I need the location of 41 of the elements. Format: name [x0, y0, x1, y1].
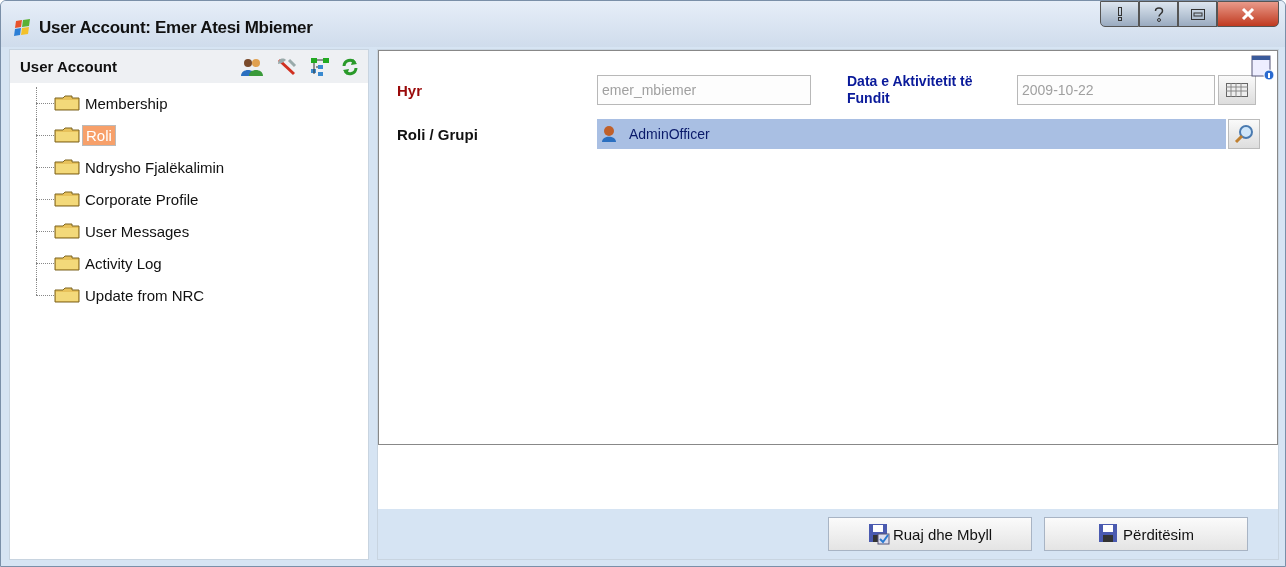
- tree-item[interactable]: Update from NRC: [82, 285, 208, 305]
- calendar-button[interactable]: [1218, 75, 1256, 105]
- window-title: User Account: Emer Atesi Mbiemer: [39, 18, 313, 38]
- floppy-check-icon: [867, 523, 890, 545]
- close-icon: [1241, 8, 1255, 20]
- tree-item[interactable]: User Messages: [82, 221, 193, 241]
- action-button[interactable]: Përditësim: [1044, 517, 1248, 551]
- folder-icon: [54, 127, 80, 143]
- folder-icon: [54, 223, 80, 239]
- folder-icon: [54, 191, 80, 207]
- user-icon: [601, 125, 617, 143]
- exclamation-icon: [1116, 7, 1123, 21]
- refresh-icon[interactable]: [342, 57, 358, 76]
- tools-icon[interactable]: [276, 56, 298, 77]
- maximize-button[interactable]: [1178, 1, 1217, 27]
- maximize-icon: [1190, 8, 1205, 20]
- users-icon[interactable]: [240, 56, 264, 77]
- field-label: Roli / Grupi: [397, 125, 479, 143]
- window-info-icon[interactable]: [1251, 55, 1275, 81]
- tree-item[interactable]: Corporate Profile: [82, 189, 202, 209]
- tree-item[interactable]: Ndrysho Fjalëkalimin: [82, 157, 228, 177]
- sidebar-title: User Account: [20, 58, 117, 75]
- close-button[interactable]: [1217, 1, 1279, 27]
- action-button[interactable]: Ruaj dhe Mbyll: [828, 517, 1032, 551]
- search-button[interactable]: [1228, 119, 1260, 149]
- hierarchy-icon[interactable]: [310, 56, 330, 77]
- search-icon: [1234, 124, 1254, 144]
- tree-item[interactable]: Membership: [82, 93, 171, 113]
- question-icon: [1153, 6, 1164, 22]
- field-label: Hyr: [397, 81, 423, 99]
- help-button[interactable]: [1139, 1, 1178, 27]
- windows-logo-icon: [13, 19, 33, 37]
- alert-button[interactable]: [1100, 1, 1139, 27]
- folder-icon: [54, 159, 80, 175]
- folder-icon: [54, 287, 80, 303]
- role-field[interactable]: AdminOfficer: [597, 119, 1226, 149]
- calendar-icon: [1226, 83, 1248, 97]
- tree-item[interactable]: Activity Log: [82, 253, 165, 273]
- folder-icon: [54, 255, 80, 271]
- field-label: Data e Aktivitetit të Fundit: [847, 73, 974, 107]
- folder-icon: [54, 95, 80, 111]
